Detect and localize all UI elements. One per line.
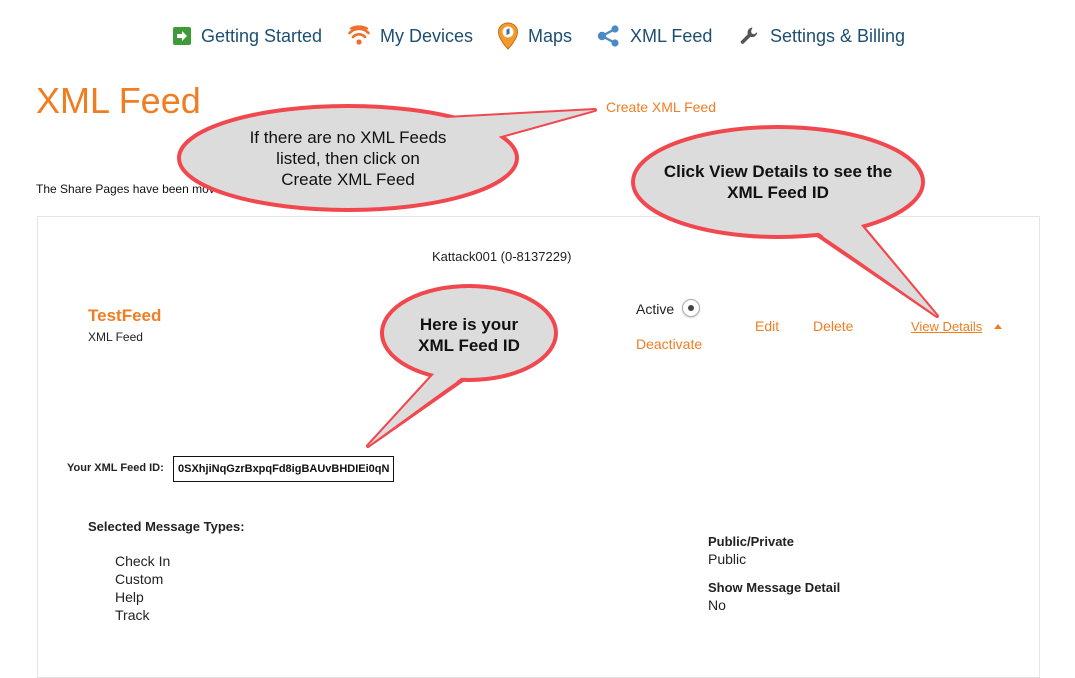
wrench-icon xyxy=(739,25,761,47)
callout-view-details-text: Click View Details to see the XML Feed I… xyxy=(643,161,913,203)
active-radio[interactable] xyxy=(682,299,700,317)
feed-id-label: Your XML Feed ID: xyxy=(67,462,164,474)
nav-my-devices[interactable]: My Devices xyxy=(347,22,473,50)
callout-line: XML Feed ID xyxy=(418,336,520,355)
feed-name: TestFeed xyxy=(88,306,162,325)
callout-line: XML Feed ID xyxy=(727,183,829,202)
edit-link[interactable]: Edit xyxy=(755,318,779,334)
create-xml-feed-link[interactable]: Create XML Feed xyxy=(606,99,716,115)
nav-xml-feed[interactable]: XML Feed xyxy=(597,22,712,50)
callout-line: Here is your xyxy=(419,315,519,334)
message-types-list: Check In Custom Help Track xyxy=(115,552,170,624)
nav-label: My Devices xyxy=(380,25,474,46)
wifi-signal-icon xyxy=(347,25,371,47)
feed-id-value[interactable]: 0SXhjiNqGzrBxpqFd8igBAUvBHDIEi0qN xyxy=(173,456,395,482)
nav-label: Settings & Billing xyxy=(770,25,906,46)
share-icon xyxy=(597,25,621,47)
nav-maps[interactable]: Maps xyxy=(497,22,572,50)
nav-label: Maps xyxy=(528,25,573,46)
view-details-link[interactable]: View Details xyxy=(911,319,982,334)
callout-line: If there are no XML Feeds xyxy=(249,128,447,147)
status-label: Active xyxy=(636,301,675,317)
list-item: Check In xyxy=(115,553,171,569)
show-message-detail-label: Show Message Detail xyxy=(708,580,841,595)
callout-feed-id-text: Here is your XML Feed ID xyxy=(394,314,544,356)
delete-link[interactable]: Delete xyxy=(813,318,853,334)
list-item: Custom xyxy=(115,571,164,587)
callout-line: Create XML Feed xyxy=(281,170,415,189)
public-private-label: Public/Private xyxy=(708,534,794,549)
callout-line: listed, then click on xyxy=(276,149,420,168)
nav-label: Getting Started xyxy=(201,25,323,46)
nav-getting-started[interactable]: Getting Started xyxy=(172,22,322,50)
callout-no-feeds-text: If there are no XML Feeds listed, then c… xyxy=(200,127,496,190)
message-types-heading: Selected Message Types: xyxy=(88,519,245,534)
list-item: Track xyxy=(115,607,150,623)
feed-type: XML Feed xyxy=(88,330,143,344)
nav-label: XML Feed xyxy=(630,25,713,46)
caret-up-icon[interactable] xyxy=(994,324,1002,329)
show-message-detail-value: No xyxy=(708,597,726,613)
page-title: XML Feed xyxy=(36,80,201,121)
list-item: Help xyxy=(115,589,144,605)
nav-settings-billing[interactable]: Settings & Billing xyxy=(739,22,905,50)
public-private-value: Public xyxy=(708,551,747,567)
account-label: Kattack001 (0-8137229) xyxy=(432,249,572,264)
feed-panel xyxy=(37,216,1040,678)
deactivate-link[interactable]: Deactivate xyxy=(636,336,702,352)
callout-line: Click View Details to see the xyxy=(663,162,893,181)
map-pin-icon xyxy=(497,22,519,50)
arrow-right-square-icon xyxy=(172,26,192,46)
